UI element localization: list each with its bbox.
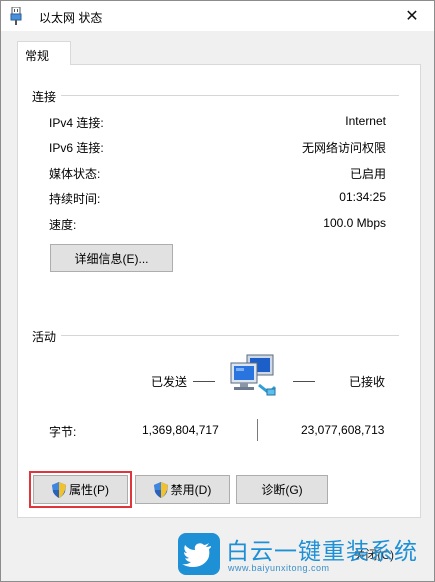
tab-general-label: 常规 xyxy=(25,49,50,63)
details-button[interactable]: 详细信息(E)... xyxy=(50,244,173,272)
ethernet-icon xyxy=(10,7,22,25)
bytes-separator xyxy=(257,419,258,441)
diagnose-button[interactable]: 诊断(G) xyxy=(236,475,328,504)
disable-button-label: 禁用(D) xyxy=(170,483,212,497)
media-state-label: 媒体状态: xyxy=(49,167,101,181)
watermark: 白云一键重装系统 www.baiyunxitong.com xyxy=(176,531,424,577)
properties-highlight-box xyxy=(29,471,132,508)
diagnose-button-label: 诊断(G) xyxy=(261,483,303,497)
disable-button[interactable]: 禁用(D) xyxy=(135,475,230,504)
duration-label: 持续时间: xyxy=(49,192,101,206)
title-bar: 以太网 状态 ✕ xyxy=(1,1,434,31)
ipv6-label: IPv6 连接: xyxy=(49,141,104,155)
duration-value: 01:34:25 xyxy=(339,190,386,204)
watermark-title: 白云一键重装系统 xyxy=(226,539,418,565)
speed-label: 速度: xyxy=(49,218,77,232)
sent-label: 已发送 xyxy=(151,375,188,389)
tab-general[interactable]: 常规 xyxy=(17,41,71,65)
connection-heading: 连接 xyxy=(32,90,57,104)
bytes-label: 字节: xyxy=(49,425,77,439)
bytes-sent-value: 1,369,804,717 xyxy=(142,423,219,437)
uac-shield-icon xyxy=(153,481,168,498)
watermark-url: www.baiyunxitong.com xyxy=(228,563,330,573)
media-state-value: 已启用 xyxy=(349,167,386,181)
twitter-bird-icon xyxy=(178,533,220,575)
ipv6-value: 无网络访问权限 xyxy=(301,141,386,155)
activity-heading: 活动 xyxy=(32,330,57,344)
speed-value: 100.0 Mbps xyxy=(323,216,386,230)
received-label: 已接收 xyxy=(349,375,386,389)
connection-divider xyxy=(61,95,399,96)
ipv4-value: Internet xyxy=(345,114,386,128)
details-button-label: 详细信息(E)... xyxy=(74,251,149,266)
bytes-received-value: 23,077,608,713 xyxy=(301,423,385,437)
activity-divider xyxy=(61,335,399,336)
status-window: 以太网 状态 ✕ 常规 连接 IPv4 连接: Internet IPv6 连接… xyxy=(0,0,435,582)
window-title: 以太网 状态 xyxy=(39,11,103,25)
sent-dash xyxy=(193,381,215,382)
close-button[interactable]: ✕ xyxy=(398,3,426,29)
ipv4-label: IPv4 连接: xyxy=(49,116,104,130)
received-dash xyxy=(293,381,315,382)
network-computers-icon xyxy=(230,354,277,396)
close-icon: ✕ xyxy=(405,8,419,25)
tab-panel xyxy=(17,64,421,518)
